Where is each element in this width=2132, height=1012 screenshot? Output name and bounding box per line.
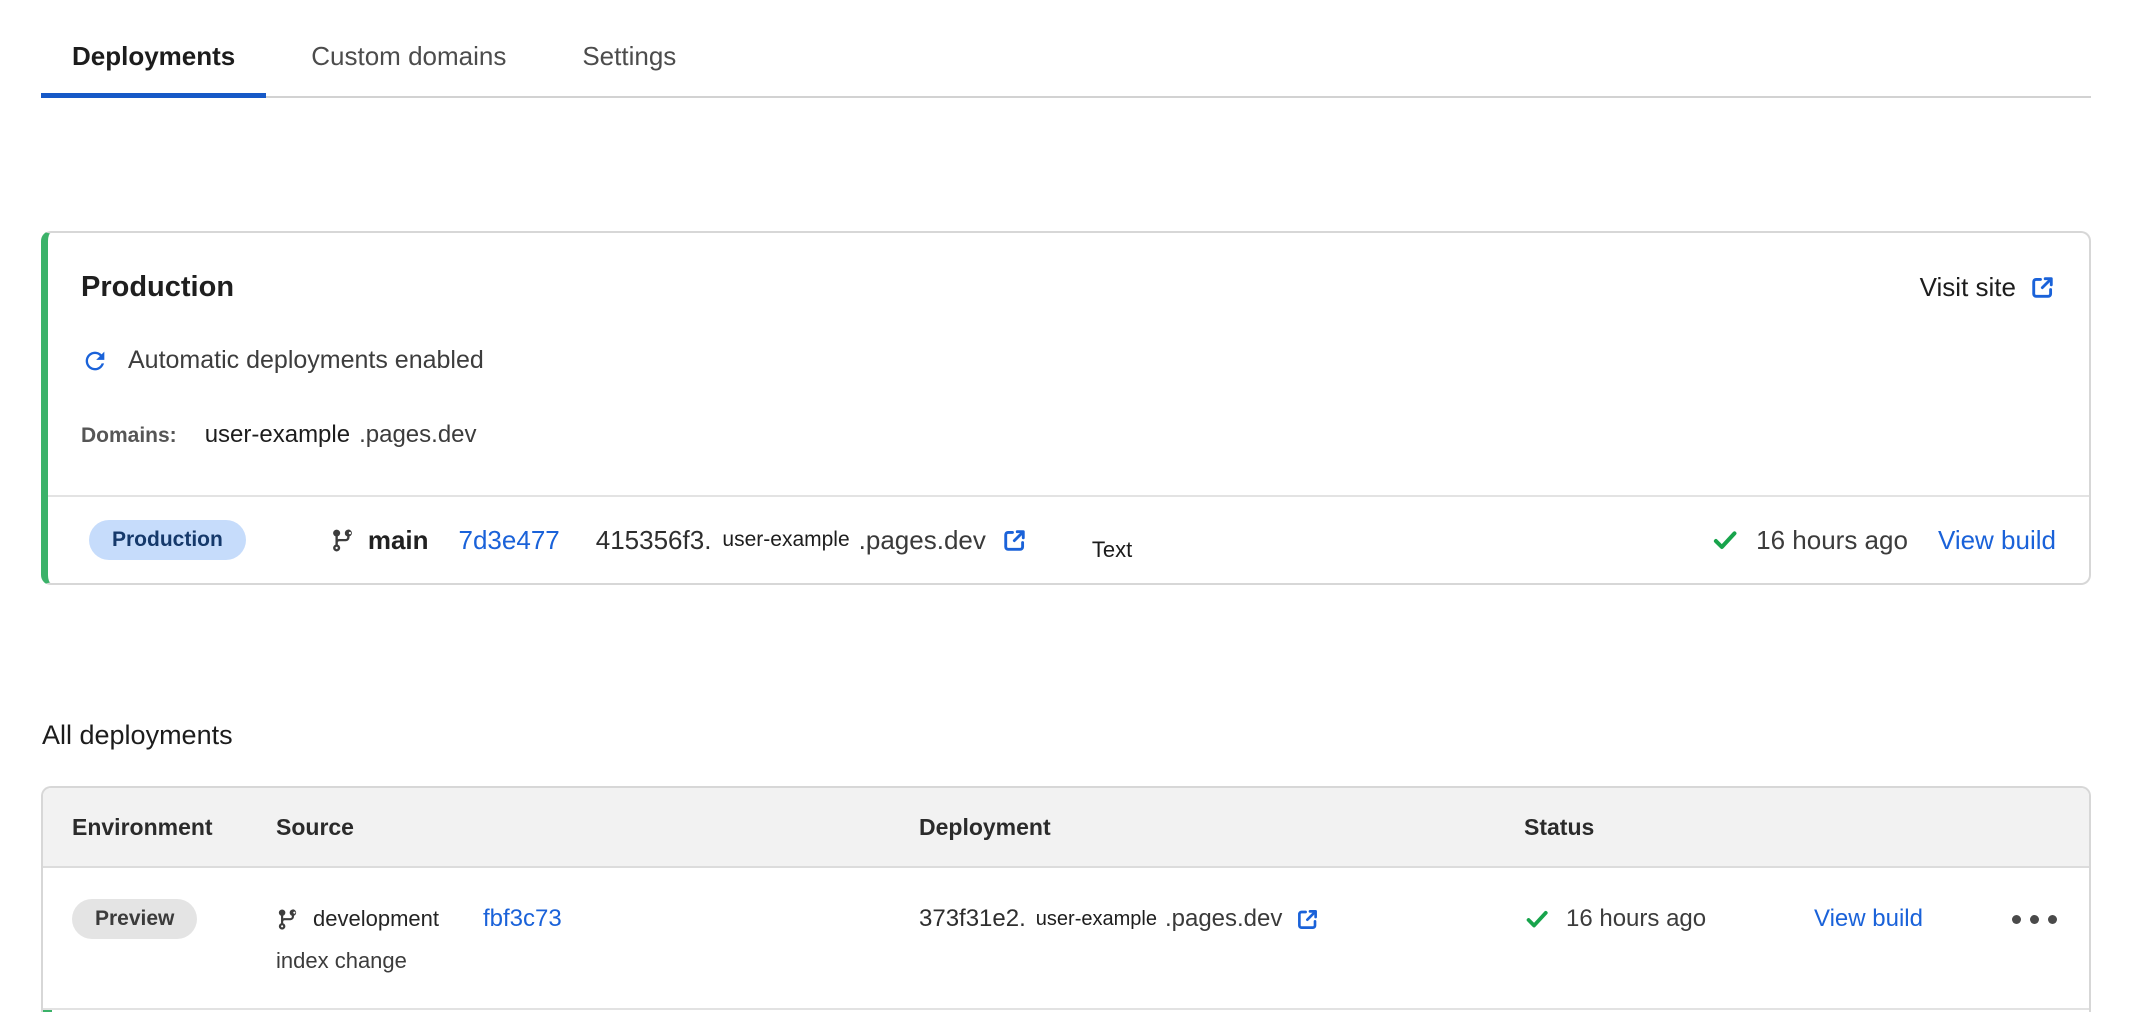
domains-row: Domains: user-example .pages.dev xyxy=(81,421,2056,449)
success-check-icon xyxy=(1524,906,1550,932)
external-link-icon xyxy=(1295,907,1320,932)
deployment-url-host: user-example xyxy=(1036,908,1157,931)
deployment-url-link[interactable]: 373f31e2. user-example .pages.dev xyxy=(919,898,1524,940)
domains-label: Domains: xyxy=(81,424,177,448)
column-header-environment: Environment xyxy=(43,814,276,841)
tab-settings[interactable]: Settings xyxy=(551,0,707,96)
column-header-status: Status xyxy=(1524,814,1774,841)
table-row: Preview development fbf3c73 index change… xyxy=(43,868,2089,1010)
deployments-table: Environment Source Deployment Status Pre… xyxy=(41,786,2091,1012)
external-link-icon xyxy=(1001,527,1028,554)
git-branch-icon xyxy=(330,528,355,553)
environment-badge-production: Production xyxy=(89,520,246,560)
production-deployment-row: Production main 7d3e477 415356f3. user-e… xyxy=(81,497,2056,583)
external-link-icon xyxy=(2029,274,2056,301)
deployment-url-id: 415356f3. xyxy=(596,525,712,556)
deploy-time: 16 hours ago xyxy=(1566,905,1706,933)
visit-site-link[interactable]: Visit site xyxy=(1920,272,2056,303)
branch-group: main xyxy=(330,525,429,556)
column-header-deployment: Deployment xyxy=(919,814,1524,841)
domain-suffix: .pages.dev xyxy=(359,421,476,449)
more-options-button[interactable] xyxy=(2012,915,2057,924)
success-check-icon xyxy=(1711,526,1739,554)
production-card: Production Visit site Automatic deployme… xyxy=(41,231,2091,585)
production-card-header: Production Visit site xyxy=(81,233,2056,304)
automatic-deployments-status: Automatic deployments enabled xyxy=(81,346,2056,375)
tab-bar: Deployments Custom domains Settings xyxy=(41,0,2091,98)
pages-project-screen: Deployments Custom domains Settings Prod… xyxy=(0,0,2132,1012)
commit-message-note: Text xyxy=(1092,537,1132,563)
cell-status: 16 hours ago xyxy=(1524,898,1774,1008)
cell-environment: Preview xyxy=(43,898,276,1008)
git-branch-icon xyxy=(276,908,299,931)
more-options-icon xyxy=(2012,915,2021,924)
deployment-url-link[interactable]: 415356f3. user-example .pages.dev xyxy=(596,525,1028,556)
deploy-time: 16 hours ago xyxy=(1756,525,1908,556)
cell-deployment: 373f31e2. user-example .pages.dev xyxy=(919,898,1524,1008)
all-deployments-heading: All deployments xyxy=(42,720,2132,751)
domain-name-link[interactable]: user-example xyxy=(205,421,350,449)
cell-source: development fbf3c73 index change xyxy=(276,898,919,1008)
automatic-deployments-label: Automatic deployments enabled xyxy=(128,346,484,375)
deployment-url-suffix: .pages.dev xyxy=(1165,905,1282,933)
deployment-url-host: user-example xyxy=(722,528,849,552)
branch-name: main xyxy=(368,525,429,556)
cell-more xyxy=(2004,898,2089,1008)
commit-hash-link[interactable]: 7d3e477 xyxy=(459,525,560,556)
view-build-link[interactable]: View build xyxy=(1814,905,1923,933)
column-header-source: Source xyxy=(276,814,919,841)
refresh-icon xyxy=(81,347,109,375)
table-header-row: Environment Source Deployment Status xyxy=(43,788,2089,868)
commit-hash-link[interactable]: fbf3c73 xyxy=(483,905,562,933)
cell-actions: View build xyxy=(1774,898,2004,1008)
production-row-status: 16 hours ago View build xyxy=(1711,525,2056,556)
tab-custom-domains[interactable]: Custom domains xyxy=(280,0,537,96)
visit-site-label: Visit site xyxy=(1920,272,2016,303)
tab-deployments[interactable]: Deployments xyxy=(41,0,266,96)
deployment-url-suffix: .pages.dev xyxy=(859,525,986,556)
branch-name: development xyxy=(313,906,439,932)
deployment-url-id: 373f31e2. xyxy=(919,905,1026,933)
environment-badge-preview: Preview xyxy=(72,899,197,939)
commit-message: index change xyxy=(276,948,919,974)
view-build-link[interactable]: View build xyxy=(1938,525,2056,556)
production-card-title: Production xyxy=(81,271,234,304)
